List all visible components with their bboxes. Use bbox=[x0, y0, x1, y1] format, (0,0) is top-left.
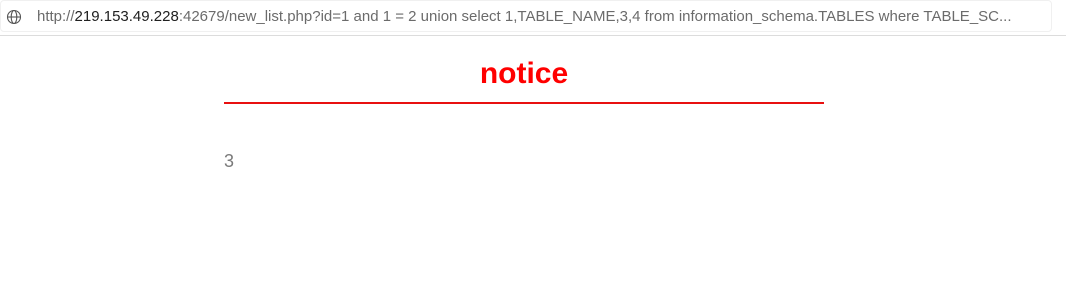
url-text[interactable]: http://219.153.49.228:42679/new_list.php… bbox=[37, 8, 1037, 26]
browser-toolbar: http://219.153.49.228:42679/new_list.php… bbox=[0, 0, 1066, 36]
title-divider bbox=[224, 102, 824, 104]
url-scheme: http:// bbox=[37, 8, 75, 25]
list-item: 3 bbox=[224, 151, 235, 171]
url-path: :42679/new_list.php?id=1 and 1 = 2 union… bbox=[178, 8, 1012, 25]
url-host: 219.153.49.228 bbox=[74, 8, 179, 25]
globe-icon bbox=[6, 9, 22, 25]
page-title: notice bbox=[479, 57, 569, 90]
address-bar[interactable]: http://219.153.49.228:42679/new_list.php… bbox=[0, 0, 1052, 32]
